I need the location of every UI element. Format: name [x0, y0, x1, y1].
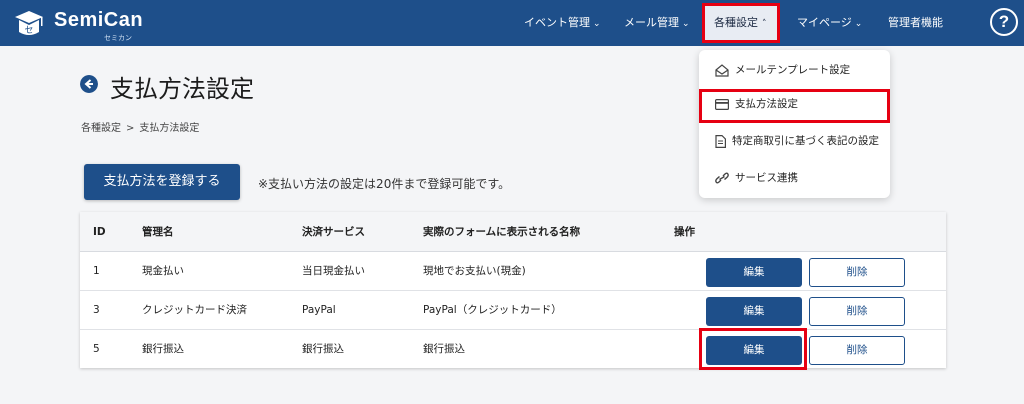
col-service: 決済サービス	[302, 226, 365, 238]
nav-event-management[interactable]: イベント管理 ⌄	[524, 0, 601, 46]
cell-display-name: PayPal（クレジットカード）	[423, 304, 562, 316]
col-id: ID	[93, 226, 106, 238]
app-logo[interactable]: セ SemiCan セミカン	[12, 6, 152, 42]
chevron-down-icon: ⌄	[593, 19, 601, 29]
envelope-open-icon	[715, 63, 729, 77]
cell-service: PayPal	[302, 304, 336, 316]
limit-note: ※支払い方法の設定は20件まで登録可能です。	[258, 177, 511, 191]
cell-display-name: 銀行振込	[423, 343, 465, 355]
chevron-up-icon: ˄	[762, 19, 767, 29]
nav-label: 管理者機能	[888, 16, 943, 29]
nav-label: 各種設定	[714, 16, 758, 29]
menu-item-label: 特定商取引に基づく表記の設定	[732, 135, 879, 147]
cell-name: クレジットカード決済	[142, 304, 247, 316]
edit-button-highlight	[699, 328, 807, 370]
breadcrumb: 各種設定 > 支払方法設定	[81, 119, 199, 134]
chevron-down-icon: ⌄	[682, 19, 690, 29]
table-row: 5 銀行振込 銀行振込 銀行振込 編集 削除	[80, 330, 946, 369]
nav-settings[interactable]: 各種設定 ˄	[714, 0, 767, 46]
page-title: 支払方法設定	[110, 75, 254, 103]
col-name: 管理名	[142, 226, 174, 238]
menu-item-mail-template[interactable]: メールテンプレート設定	[715, 60, 850, 80]
cell-service: 当日現金払い	[302, 265, 365, 277]
help-icon[interactable]: ?	[990, 8, 1018, 36]
cell-name: 銀行振込	[142, 343, 184, 355]
cap-logo-icon: セ	[15, 11, 43, 36]
breadcrumb-item-settings[interactable]: 各種設定	[81, 119, 121, 134]
svg-text:セ: セ	[24, 25, 33, 36]
cell-id: 3	[93, 304, 100, 316]
app-name: SemiCan	[54, 9, 144, 31]
edit-button[interactable]: 編集	[706, 297, 802, 326]
cell-id: 5	[93, 343, 100, 355]
settings-dropdown-menu: メールテンプレート設定 支払方法設定 特定商取引に基づく表記の設定 サービス連携	[699, 50, 890, 198]
link-icon	[715, 172, 729, 184]
breadcrumb-item-current: 支払方法設定	[139, 123, 200, 134]
table-header: ID 管理名 決済サービス 実際のフォームに表示される名称 操作	[80, 212, 946, 252]
delete-button[interactable]: 削除	[809, 336, 905, 365]
register-payment-button[interactable]: 支払方法を登録する	[84, 164, 240, 200]
cell-id: 1	[93, 265, 100, 277]
nav-label: イベント管理	[524, 16, 590, 29]
document-icon	[715, 134, 726, 148]
menu-item-label: サービス連携	[735, 172, 798, 184]
nav-mail-management[interactable]: メール管理 ⌄	[624, 0, 690, 46]
edit-button[interactable]: 編集	[706, 258, 802, 287]
delete-button[interactable]: 削除	[809, 258, 905, 287]
cell-name: 現金払い	[142, 265, 184, 277]
menu-item-commercial-law[interactable]: 特定商取引に基づく表記の設定	[715, 131, 879, 151]
nav-label: メール管理	[624, 16, 679, 29]
back-arrow-icon[interactable]	[80, 75, 98, 93]
col-actions: 操作	[674, 226, 695, 238]
payment-methods-table: ID 管理名 決済サービス 実際のフォームに表示される名称 操作 1 現金払い …	[80, 212, 946, 368]
menu-item-highlight	[699, 89, 890, 123]
app-name-sub: セミカン	[104, 34, 132, 42]
cell-display-name: 現地でお支払い(現金)	[423, 265, 526, 277]
menu-item-service-integration[interactable]: サービス連携	[715, 168, 798, 188]
cell-service: 銀行振込	[302, 343, 344, 355]
top-navbar: セ SemiCan セミカン イベント管理 ⌄ メール管理 ⌄	[0, 0, 1024, 46]
nav-admin[interactable]: 管理者機能	[888, 0, 943, 46]
menu-item-label: メールテンプレート設定	[735, 64, 851, 76]
nav-label: マイページ	[797, 16, 852, 29]
breadcrumb-separator: >	[126, 123, 135, 134]
delete-button[interactable]: 削除	[809, 297, 905, 326]
table-row: 3 クレジットカード決済 PayPal PayPal（クレジットカード） 編集 …	[80, 291, 946, 330]
nav-mypage[interactable]: マイページ ⌄	[797, 0, 862, 46]
chevron-down-icon: ⌄	[854, 19, 863, 29]
col-display-name: 実際のフォームに表示される名称	[423, 226, 581, 238]
table-row: 1 現金払い 当日現金払い 現地でお支払い(現金) 編集 削除	[80, 252, 946, 291]
